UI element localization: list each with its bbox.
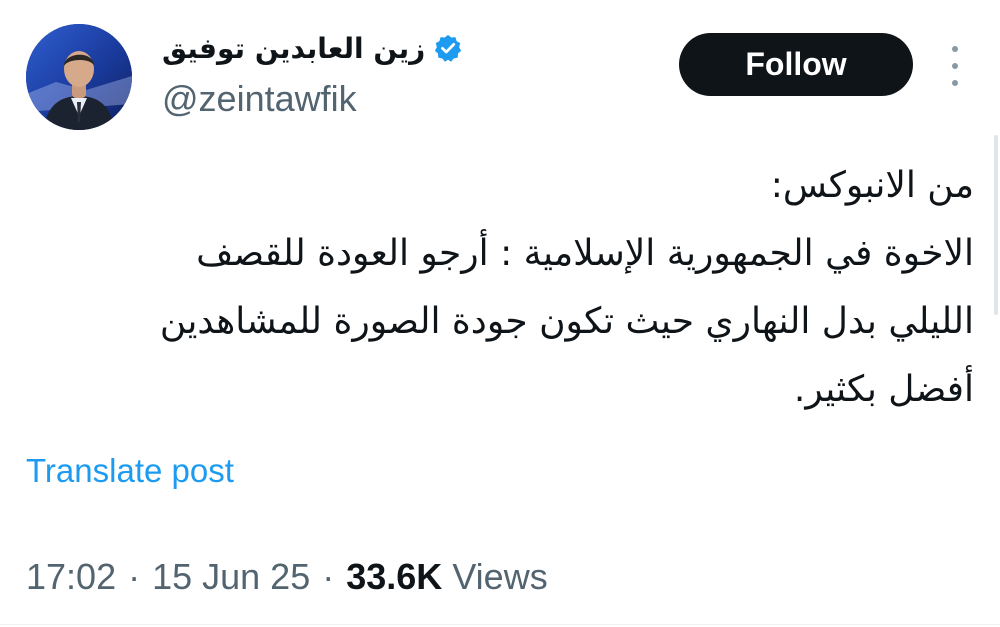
- tweet-date[interactable]: 15 Jun 25: [152, 556, 310, 598]
- more-dot: [952, 46, 958, 52]
- display-name-row: زين العابدين توفيق: [162, 28, 492, 68]
- tweet-line: الاخوة في الجمهورية الإسلامية : أرجو الع…: [196, 233, 974, 274]
- tweet-meta: 17:02 · 15 Jun 25 · 33.6K Views: [26, 556, 548, 598]
- tweet-line: أفضل بكثير.: [793, 369, 974, 410]
- tweet-text: من الانبوكس: الاخوة في الجمهورية الإسلام…: [34, 152, 974, 424]
- tweet-line: الليلي بدل النهاري حيث تكون جودة الصورة …: [159, 301, 974, 342]
- more-dot: [952, 80, 958, 86]
- tweet-time[interactable]: 17:02: [26, 556, 116, 598]
- meta-separator: ·: [128, 556, 141, 597]
- scrollbar[interactable]: [990, 135, 1000, 315]
- display-name[interactable]: زين العابدين توفيق: [162, 32, 425, 65]
- more-dot: [952, 63, 958, 69]
- follow-button[interactable]: Follow: [679, 33, 913, 96]
- divider: [0, 624, 1000, 625]
- translate-post-link[interactable]: Translate post: [26, 452, 234, 490]
- more-vertical-icon[interactable]: [944, 46, 966, 86]
- meta-separator: ·: [322, 556, 335, 597]
- views-count: 33.6K: [346, 556, 443, 597]
- avatar-image: [26, 24, 132, 130]
- author-identity: زين العابدين توفيق @zeintawfik: [162, 28, 492, 128]
- verified-badge-icon: [433, 33, 463, 63]
- tweet-line: من الانبوكس:: [770, 165, 974, 206]
- views-label: Views: [452, 556, 548, 597]
- tweet-card: زين العابدين توفيق @zeintawfik Follow من…: [0, 0, 1000, 627]
- author-handle[interactable]: @zeintawfik: [162, 78, 357, 120]
- scrollbar-thumb[interactable]: [994, 135, 998, 315]
- avatar[interactable]: [26, 24, 132, 130]
